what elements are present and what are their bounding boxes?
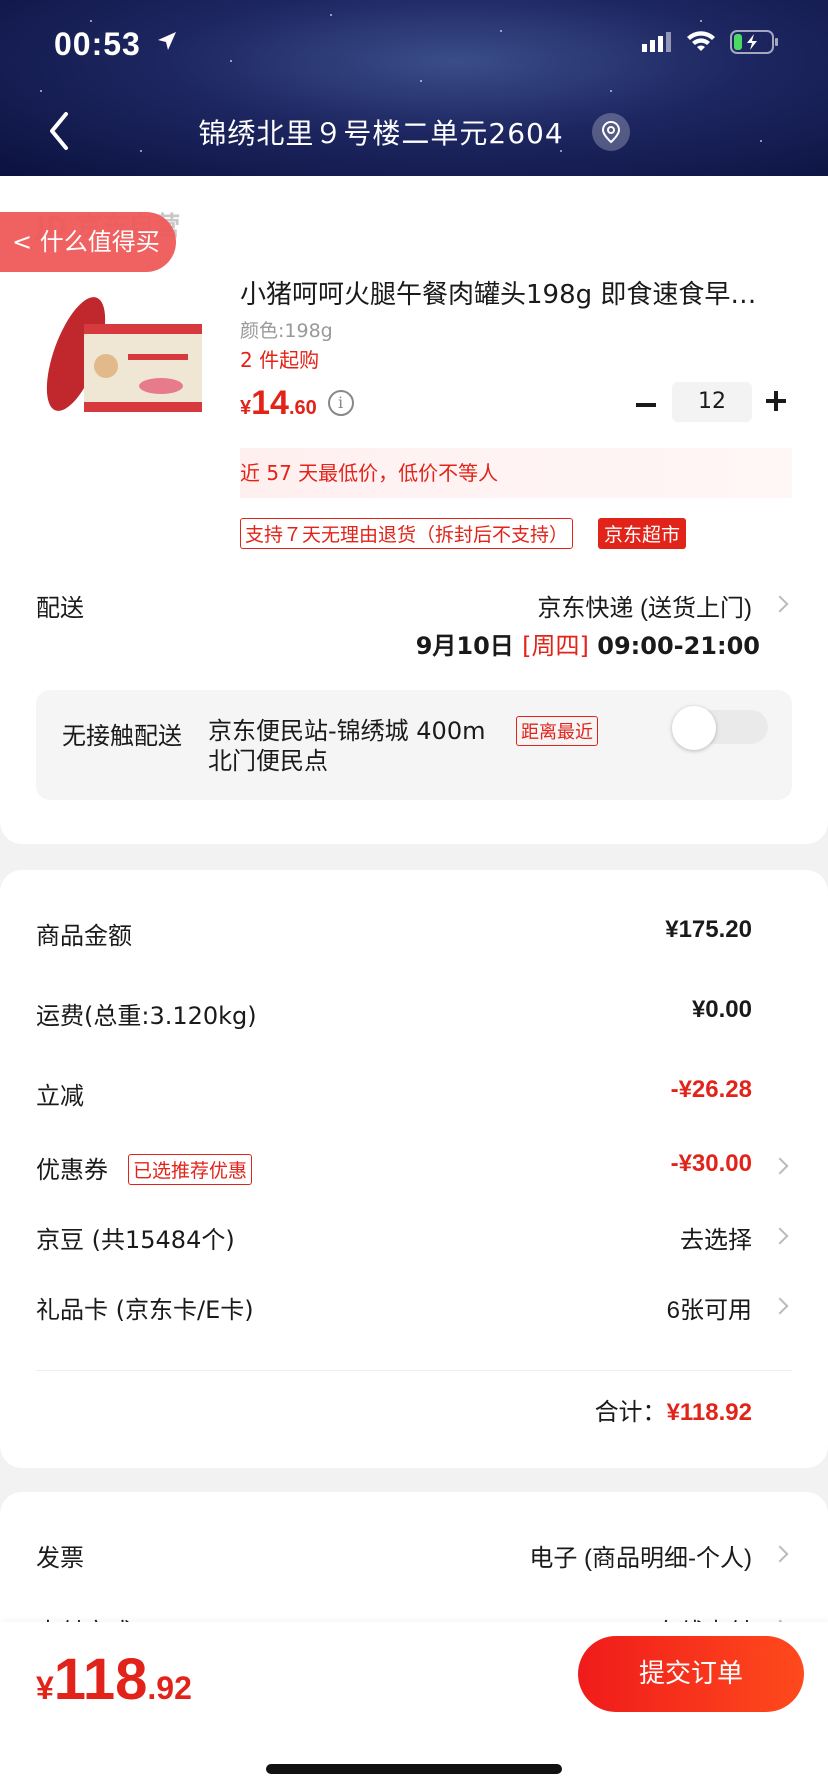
toggle-knob xyxy=(672,706,716,750)
goods-amount-label: 商品金额 xyxy=(36,922,132,950)
status-time: 00:53 xyxy=(54,26,141,62)
jingdou-label[interactable]: 京豆 (共15484个) xyxy=(36,1220,235,1255)
price-dec: .60 xyxy=(288,397,317,419)
home-indicator[interactable] xyxy=(266,1764,562,1774)
chevron-right-icon[interactable] xyxy=(771,1545,789,1563)
address-text: 锦绣北里９号楼二单元2604 xyxy=(198,117,564,150)
shipping-value: ¥0.00 xyxy=(691,996,752,1023)
contactless-toggle[interactable] xyxy=(672,706,768,750)
address-title[interactable]: 锦绣北里９号楼二单元2604 xyxy=(0,112,828,152)
quantity-increase-button[interactable] xyxy=(762,386,792,416)
chevron-right-icon[interactable] xyxy=(771,1157,789,1175)
location-arrow-icon xyxy=(158,32,176,50)
chevron-right-icon[interactable] xyxy=(771,1227,789,1245)
price-int: 14 xyxy=(251,384,289,422)
jingdou-value[interactable]: 去选择 xyxy=(680,1220,752,1255)
invoice-label[interactable]: 发票 xyxy=(36,1538,84,1573)
header: 00:53 锦绣北里９号楼二单元2604 xyxy=(0,0,828,176)
contactless-label: 无接触配送 xyxy=(62,722,182,750)
discount-label: 立减 xyxy=(36,1082,84,1110)
lowest-price-banner: 近 57 天最低价，低价不等人 xyxy=(240,448,792,498)
divider xyxy=(36,1370,792,1371)
worth-tag-label: 什么值得买 xyxy=(39,228,160,256)
quantity-decrease-button[interactable] xyxy=(632,390,662,420)
contactless-place: 京东便民站-锦绣城 400m 北门便民点 xyxy=(208,717,486,775)
checkout-currency: ¥ xyxy=(36,1670,54,1706)
min-purchase: 2 件起购 xyxy=(240,348,320,372)
chevron-right-icon[interactable] xyxy=(771,1297,789,1315)
price-currency: ¥ xyxy=(240,397,252,419)
summary-total-value: ¥118.92 xyxy=(666,1399,752,1426)
contactless-delivery: 无接触配送 京东便民站-锦绣城 400m 北门便民点 距离最近 xyxy=(36,690,792,800)
worth-buying-tag[interactable]: < 什么值得买 xyxy=(0,212,176,272)
delivery-weekday: [周四] xyxy=(522,632,589,660)
shipping-label: 运费(总重:3.120kg) xyxy=(36,1002,257,1030)
quantity-input[interactable]: 12 xyxy=(672,382,752,422)
status-icons xyxy=(642,30,780,54)
checkout-total-int: 118 xyxy=(53,1647,148,1712)
summary-total-label: 合计： xyxy=(594,1399,667,1426)
coupon-label[interactable]: 优惠券 xyxy=(36,1150,108,1185)
nearest-tag: 距离最近 xyxy=(516,716,598,746)
delivery-time: 09:00-21:00 xyxy=(597,632,760,660)
submit-order-button[interactable]: 提交订单 xyxy=(578,1636,804,1712)
jd-market-tag: 京东超市 xyxy=(598,518,687,549)
giftcard-value[interactable]: 6张可用 xyxy=(667,1290,752,1325)
delivery-date-day: 9月10日 xyxy=(415,632,514,660)
return-policy-tag: 支持７天无理由退货（拆封后不支持） xyxy=(240,518,574,549)
signal-icon xyxy=(642,32,671,52)
wifi-icon xyxy=(687,31,715,51)
order-items-card: JD 京东自营 < 什么值得买 小猪呵呵火腿午餐肉罐头198g 即食速食早… 颜… xyxy=(0,176,828,844)
invoice-value[interactable]: 电子 (商品明细-个人) xyxy=(529,1538,752,1573)
product-price: ¥14.60 xyxy=(240,384,317,423)
checkout-total: ¥118.92 xyxy=(36,1646,192,1713)
delivery-method[interactable]: 京东快递 (送货上门) xyxy=(537,588,752,623)
delivery-label: 配送 xyxy=(36,594,84,622)
info-icon[interactable] xyxy=(328,390,354,416)
chevron-right-icon[interactable] xyxy=(771,595,789,613)
price-summary-card: 商品金额 ¥175.20 运费(总重:3.120kg) ¥0.00 立减 -¥2… xyxy=(0,870,828,1468)
giftcard-label[interactable]: 礼品卡 (京东卡/E卡) xyxy=(36,1290,254,1325)
summary-total: 合计：¥118.92 xyxy=(595,1392,752,1427)
coupon-value[interactable]: -¥30.00 xyxy=(671,1150,752,1178)
product-title[interactable]: 小猪呵呵火腿午餐肉罐头198g 即食速食早… xyxy=(240,274,780,311)
delivery-date[interactable]: 9月10日 [周四] 09:00-21:00 xyxy=(416,626,760,661)
discount-value: -¥26.28 xyxy=(670,1076,752,1103)
coupon-tag: 已选推荐优惠 xyxy=(128,1154,253,1185)
chevron-left-icon: < xyxy=(12,228,33,256)
product-color: 颜色:198g xyxy=(240,320,333,342)
product-image[interactable] xyxy=(36,284,212,432)
checkout-total-dec: .92 xyxy=(147,1670,192,1706)
goods-amount-value: ¥175.20 xyxy=(665,916,752,943)
battery-icon xyxy=(730,30,778,54)
location-pin-icon[interactable] xyxy=(591,113,630,151)
